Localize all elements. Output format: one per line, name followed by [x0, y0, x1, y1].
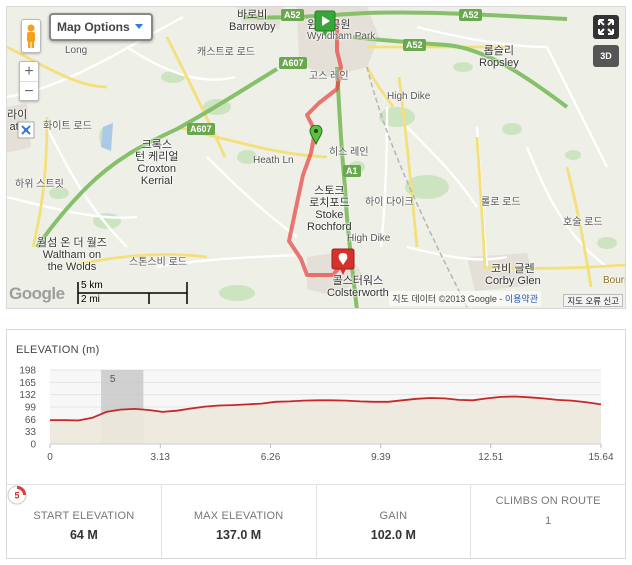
route-map[interactable]: A52 A52 A52 A607 A607 A1 바로비 Barrowby Wyn…: [6, 6, 626, 309]
road-label: 화이트 로드: [43, 121, 92, 132]
climb-highlight-label: 5: [110, 374, 116, 385]
scale-mi: 2 mi: [81, 294, 100, 305]
place-label: 월섬 온 더 월즈 Waltham on the Wolds: [37, 237, 107, 273]
x-tick-label: 6.26: [261, 452, 281, 463]
road-label: Heath Ln: [253, 155, 294, 166]
y-tick-label: 165: [19, 378, 36, 389]
y-tick-label: 0: [30, 440, 36, 451]
x-tick-label: 0: [47, 452, 53, 463]
y-tick-label: 132: [19, 390, 36, 401]
street-view-pegman-icon[interactable]: [21, 19, 41, 53]
road-label: High Dike: [347, 233, 391, 244]
x-tick-label: 3.13: [151, 452, 171, 463]
road-shield: A52: [459, 9, 482, 21]
road-label: Bourn: [603, 275, 625, 286]
map-copyright: 지도 데이터 ©2013 Google - 이용약관: [389, 291, 541, 306]
location-pin-icon[interactable]: [309, 125, 323, 145]
fullscreen-button[interactable]: [593, 15, 619, 39]
road-label: 히스 레인: [329, 147, 369, 158]
end-marker[interactable]: [330, 247, 356, 277]
elevation-panel: ELEVATION (m) 198 165 132 99 66 33 0 5 0 3.13 6.26…: [6, 329, 626, 559]
road-label: 호술 로드: [563, 217, 603, 228]
stat-start-elevation: START ELEVATION 64 M: [7, 485, 162, 558]
map-options-label: Map Options: [57, 20, 130, 34]
x-tick-label: 9.39: [371, 452, 391, 463]
stat-climbs: CLIMBS ON ROUTE 5 1: [7, 485, 625, 558]
caret-down-icon: [135, 24, 143, 29]
elevation-chart[interactable]: 198165132 996633 0 5 0 3.13 6.26 9.39 12.51 15.64: [7, 330, 625, 480]
x-tick-label: 12.51: [478, 452, 503, 463]
road-shield: A607: [187, 123, 215, 135]
zoom-in-button[interactable]: +: [20, 62, 38, 81]
place-label: 스토크 로치포드 Stoke Rochford: [307, 185, 352, 233]
road-shield: A607: [279, 57, 307, 69]
y-tick-label: 66: [25, 415, 37, 426]
road-label: High Dike: [387, 91, 431, 102]
scale-km: 5 km: [81, 280, 103, 291]
road-shield: A1: [343, 165, 361, 177]
zoom-control: + −: [19, 61, 39, 101]
x-tick-label: 15.64: [588, 452, 613, 463]
svg-text:5: 5: [14, 491, 19, 501]
y-tick-label: 33: [25, 427, 37, 438]
road-label: 롤로 로드: [481, 197, 521, 208]
route-stats: START ELEVATION 64 M MAX ELEVATION 137.0…: [7, 484, 625, 558]
map-scale: 5 km 2 mi: [77, 280, 189, 306]
climb-count: 1: [545, 515, 552, 527]
climb-category-icon[interactable]: 5: [7, 485, 27, 505]
road-label: 스톤스비 로드: [129, 257, 187, 268]
map-options-dropdown[interactable]: Map Options: [49, 13, 153, 41]
road-label: Long: [65, 45, 88, 56]
zoom-out-button[interactable]: −: [20, 81, 38, 100]
place-label: 콜스터워스 Colsterworth: [327, 275, 389, 299]
google-logo[interactable]: Google: [9, 284, 65, 304]
3d-toggle-button[interactable]: 3D: [593, 45, 619, 67]
road-label: 하위 스트릿: [15, 179, 64, 190]
road-label: 하이 다이크: [365, 197, 414, 208]
rotate-icon[interactable]: [17, 121, 35, 139]
y-tick-label: 99: [25, 403, 37, 414]
place-label: 코비 글렌 Corby Glen: [485, 263, 541, 287]
road-shield: A52: [403, 39, 426, 51]
road-label: 캐스트로 로드: [197, 47, 255, 58]
stat-gain: GAIN 102.0 M: [317, 485, 472, 558]
y-tick-label: 198: [19, 366, 36, 377]
stat-max-elevation: MAX ELEVATION 137.0 M: [162, 485, 317, 558]
report-map-error-button[interactable]: 지도 오류 신고: [563, 294, 623, 307]
road-label: 고스 레인: [309, 71, 349, 82]
place-label: 바로비 Barrowby: [229, 9, 276, 33]
road-shield: A52: [281, 9, 304, 21]
place-label: 롭슬리 Ropsley: [479, 45, 519, 69]
fullscreen-icon: [598, 19, 614, 35]
place-label: 크록스 턴 케리얼 Croxton Kerrial: [135, 139, 179, 187]
terms-link[interactable]: 이용약관: [505, 294, 538, 304]
start-marker[interactable]: [313, 9, 337, 37]
